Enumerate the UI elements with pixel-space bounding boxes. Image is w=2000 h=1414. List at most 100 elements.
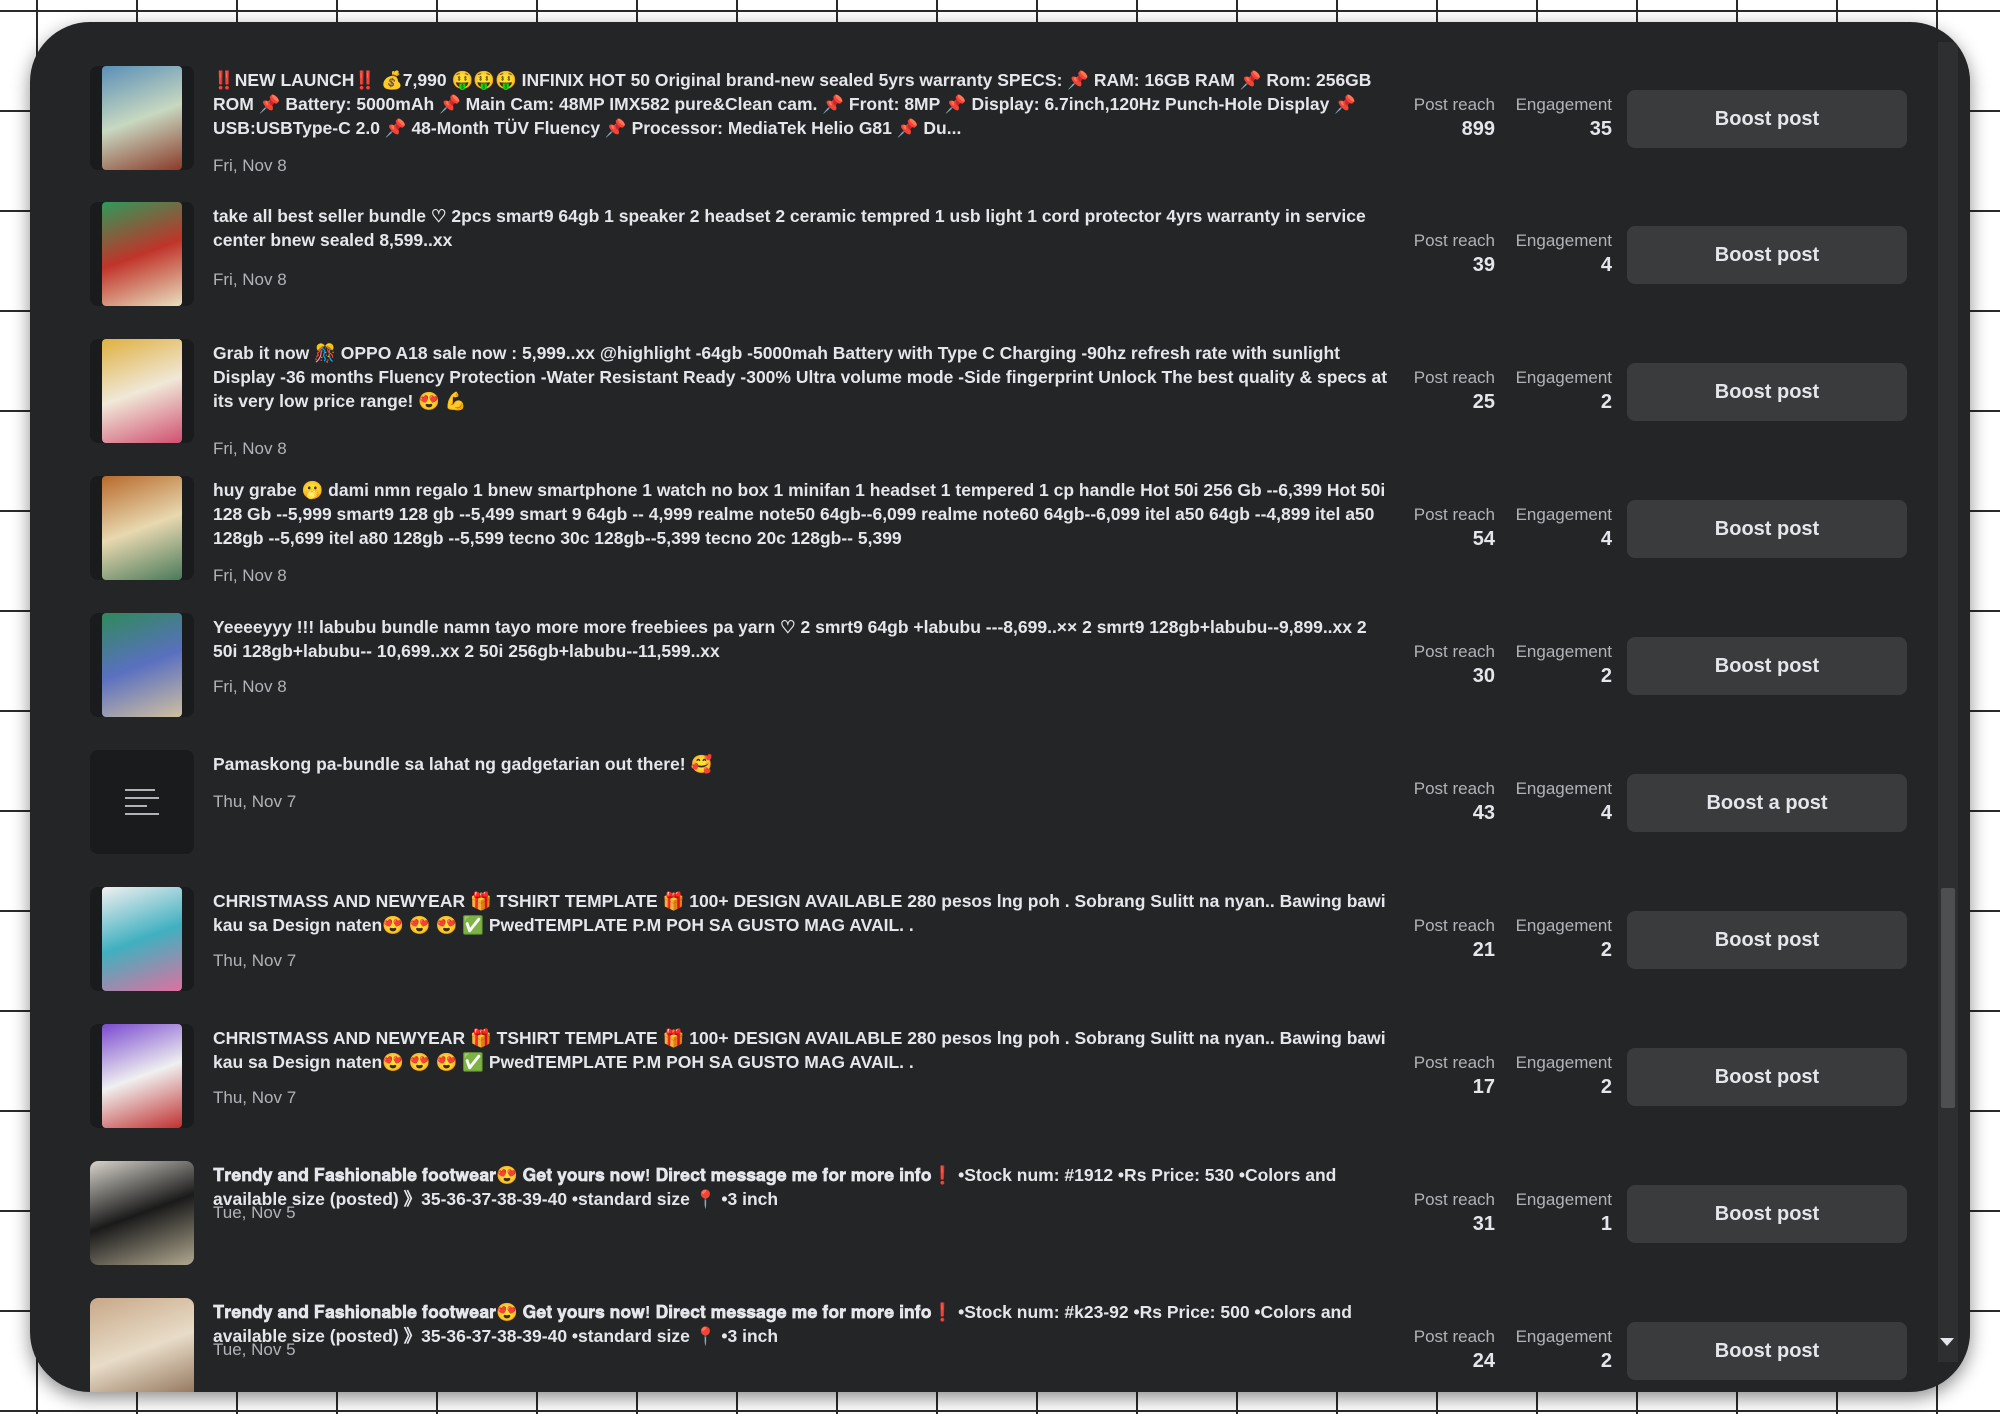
post-thumbnail[interactable] [90,339,194,443]
engagement-value: 4 [1600,802,1612,824]
boost-post-button[interactable]: Boost post [1627,363,1907,421]
post-reach-metric: Post reach 17 [1370,1052,1495,1100]
post-image [102,339,182,443]
post-row[interactable]: take all best seller bundle ♡ 2pcs smart… [30,180,1930,317]
post-reach-label: Post reach [1413,916,1495,935]
post-image [102,613,182,717]
post-text[interactable]: CHRISTMASS AND NEWYEAR 🎁 TSHIRT TEMPLATE… [213,1026,1388,1074]
post-text[interactable]: huy grabe 🫢 dami nmn regalo 1 bnew smart… [213,478,1388,550]
post-text[interactable]: Grab it now 🎊 OPPO A18 sale now : 5,999.… [213,341,1388,413]
boost-post-button[interactable]: Boost post [1627,1322,1907,1380]
post-reach-metric: Post reach 25 [1370,367,1495,415]
post-reach-metric: Post reach 21 [1370,915,1495,963]
boost-post-button[interactable]: Boost post [1627,1048,1907,1106]
post-image [102,1024,182,1128]
post-reach-metric: Post reach 54 [1370,504,1495,552]
post-reach-metric: Post reach 899 [1370,94,1495,142]
post-row[interactable]: 𝐓𝐫𝐞𝐧𝐝𝐲 𝐚𝐧𝐝 𝐅𝐚𝐬𝐡𝐢𝐨𝐧𝐚𝐛𝐥𝐞 𝐟𝐨𝐨𝐭𝐰𝐞𝐚𝐫😍 𝐆𝐞𝐭 𝐲𝐨𝐮… [30,1139,1930,1276]
post-reach-label: Post reach [1413,779,1495,798]
post-list: ‼️NEW LAUNCH‼️ 💰7,990 🤑🤑🤑 INFINIX HOT 50… [30,22,1930,1392]
post-image [102,887,182,991]
post-row[interactable]: Yeeeeyyy !!! labubu bundle namn tayo mor… [30,591,1930,728]
engagement-metric: Engagement 2 [1490,641,1612,689]
post-row[interactable]: ‼️NEW LAUNCH‼️ 💰7,990 🤑🤑🤑 INFINIX HOT 50… [30,44,1930,181]
post-thumbnail[interactable] [90,202,194,306]
engagement-value: 4 [1600,254,1612,276]
post-image [90,1161,194,1265]
boost-post-button[interactable]: Boost post [1627,1185,1907,1243]
post-date: Fri, Nov 8 [213,677,287,696]
post-reach-label: Post reach [1413,505,1495,524]
post-reach-value: 39 [1472,254,1495,276]
engagement-label: Engagement [1515,1190,1612,1209]
boost-post-button[interactable]: Boost post [1627,637,1907,695]
post-text[interactable]: 𝐓𝐫𝐞𝐧𝐝𝐲 𝐚𝐧𝐝 𝐅𝐚𝐬𝐡𝐢𝐨𝐧𝐚𝐛𝐥𝐞 𝐟𝐨𝐨𝐭𝐰𝐞𝐚𝐫😍 𝐆𝐞𝐭 𝐲𝐨𝐮… [213,1300,1388,1348]
engagement-metric: Engagement 35 [1490,94,1612,142]
post-reach-value: 899 [1461,118,1495,140]
engagement-metric: Engagement 2 [1490,367,1612,415]
engagement-value: 2 [1600,939,1612,961]
engagement-metric: Engagement 4 [1490,504,1612,552]
text-post-icon[interactable] [90,750,194,854]
post-thumbnail[interactable] [90,1298,194,1392]
post-date: Fri, Nov 8 [213,566,287,585]
post-reach-label: Post reach [1413,1190,1495,1209]
post-image [90,1298,194,1392]
post-reach-label: Post reach [1413,95,1495,114]
posts-panel: ‼️NEW LAUNCH‼️ 💰7,990 🤑🤑🤑 INFINIX HOT 50… [30,22,1970,1392]
engagement-metric: Engagement 1 [1490,1189,1612,1237]
post-text[interactable]: Pamaskong pa-bundle sa lahat ng gadgetar… [213,752,1388,776]
post-row[interactable]: Pamaskong pa-bundle sa lahat ng gadgetar… [30,728,1930,865]
text-lines-icon [125,789,159,815]
post-reach-value: 25 [1472,391,1495,413]
post-row[interactable]: CHRISTMASS AND NEWYEAR 🎁 TSHIRT TEMPLATE… [30,1002,1930,1139]
post-reach-label: Post reach [1413,1327,1495,1346]
post-reach-value: 17 [1472,1076,1495,1098]
scrollbar-track[interactable] [1938,42,1958,1362]
post-reach-value: 43 [1472,802,1495,824]
post-text[interactable]: ‼️NEW LAUNCH‼️ 💰7,990 🤑🤑🤑 INFINIX HOT 50… [213,68,1388,140]
engagement-label: Engagement [1515,368,1612,387]
engagement-metric: Engagement 4 [1490,778,1612,826]
boost-post-button[interactable]: Boost post [1627,500,1907,558]
scrollbar-thumb[interactable] [1941,888,1955,1108]
post-thumbnail[interactable] [90,613,194,717]
post-text[interactable]: Yeeeeyyy !!! labubu bundle namn tayo mor… [213,615,1388,663]
engagement-value: 2 [1600,1076,1612,1098]
post-reach-label: Post reach [1413,231,1495,250]
engagement-value: 2 [1600,665,1612,687]
post-thumbnail[interactable] [90,1161,194,1265]
engagement-metric: Engagement 2 [1490,915,1612,963]
post-image [102,202,182,306]
post-row[interactable]: 𝐓𝐫𝐞𝐧𝐝𝐲 𝐚𝐧𝐝 𝐅𝐚𝐬𝐡𝐢𝐨𝐧𝐚𝐛𝐥𝐞 𝐟𝐨𝐨𝐭𝐰𝐞𝐚𝐫😍 𝐆𝐞𝐭 𝐲𝐨𝐮… [30,1276,1930,1392]
post-row[interactable]: CHRISTMASS AND NEWYEAR 🎁 TSHIRT TEMPLATE… [30,865,1930,1002]
post-thumbnail[interactable] [90,476,194,580]
engagement-label: Engagement [1515,505,1612,524]
boost-post-button[interactable]: Boost post [1627,911,1907,969]
post-reach-metric: Post reach 24 [1370,1326,1495,1374]
post-text[interactable]: CHRISTMASS AND NEWYEAR 🎁 TSHIRT TEMPLATE… [213,889,1388,937]
engagement-label: Engagement [1515,231,1612,250]
post-thumbnail[interactable] [90,1024,194,1128]
post-image [102,66,182,170]
post-reach-label: Post reach [1413,368,1495,387]
post-reach-value: 24 [1472,1350,1495,1372]
post-thumbnail[interactable] [90,887,194,991]
post-thumbnail[interactable] [90,66,194,170]
boost-post-button[interactable]: Boost post [1627,226,1907,284]
post-reach-value: 31 [1472,1213,1495,1235]
post-row[interactable]: huy grabe 🫢 dami nmn regalo 1 bnew smart… [30,454,1930,591]
post-row[interactable]: Grab it now 🎊 OPPO A18 sale now : 5,999.… [30,317,1930,458]
engagement-label: Engagement [1515,916,1612,935]
scroll-down-arrow-icon[interactable] [1940,1338,1954,1346]
boost-post-button[interactable]: Boost post [1627,90,1907,148]
post-reach-value: 21 [1472,939,1495,961]
post-text[interactable]: take all best seller bundle ♡ 2pcs smart… [213,204,1388,252]
post-text[interactable]: 𝐓𝐫𝐞𝐧𝐝𝐲 𝐚𝐧𝐝 𝐅𝐚𝐬𝐡𝐢𝐨𝐧𝐚𝐛𝐥𝐞 𝐟𝐨𝐨𝐭𝐰𝐞𝐚𝐫😍 𝐆𝐞𝐭 𝐲𝐨𝐮… [213,1163,1388,1211]
post-reach-metric: Post reach 31 [1370,1189,1495,1237]
post-reach-label: Post reach [1413,642,1495,661]
post-date: Fri, Nov 8 [213,270,287,289]
post-reach-label: Post reach [1413,1053,1495,1072]
boost-post-button[interactable]: Boost a post [1627,774,1907,832]
scrollbar[interactable] [1930,22,1970,1392]
